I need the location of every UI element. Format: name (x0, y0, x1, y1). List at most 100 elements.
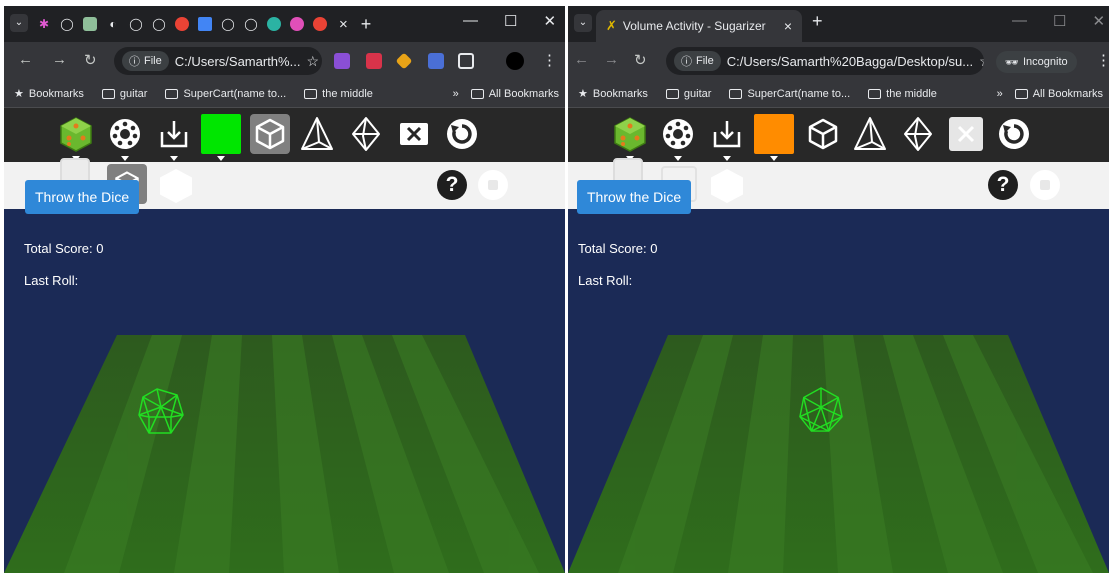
tab-google[interactable] (172, 14, 192, 34)
bookmark-folder[interactable]: the middle (868, 88, 937, 100)
bookmark-folder[interactable]: guitar (665, 88, 711, 100)
cube-icon[interactable] (803, 114, 843, 154)
octahedron-icon[interactable] (346, 114, 386, 154)
tab-search-icon[interactable]: ⌄ (10, 14, 28, 32)
throw-dice-button[interactable]: Throw the Dice (25, 180, 140, 214)
reload-icon[interactable]: ↻ (84, 51, 97, 69)
octahedron-icon[interactable] (898, 114, 938, 154)
color-palette-icon[interactable] (754, 114, 794, 161)
stop-icon[interactable] (478, 170, 508, 200)
bookmarks-item[interactable]: ★ Bookmarks (578, 87, 648, 101)
reset-icon[interactable] (994, 114, 1034, 154)
ring-icon[interactable] (105, 114, 145, 161)
tetrahedron-icon[interactable] (297, 114, 337, 154)
tab-github[interactable]: ◯ (241, 14, 261, 34)
browser-window-right: ⌄ ✗ Volume Activity - Sugarizer × + — ☐ … (568, 0, 1109, 573)
tetrahedron-icon[interactable] (850, 114, 890, 154)
forward-icon[interactable]: → (52, 51, 67, 68)
caret-icon (770, 156, 778, 161)
back-icon[interactable]: ← (18, 51, 33, 68)
help-icon[interactable]: ? (437, 170, 467, 200)
site-info-chip[interactable]: ⓘ File (122, 51, 169, 71)
new-tab-icon[interactable]: + (361, 14, 372, 35)
tab-docs[interactable] (195, 14, 215, 34)
menu-kebab-icon[interactable]: ⋮ (1096, 51, 1109, 69)
clear-icon[interactable] (946, 114, 986, 154)
active-tab[interactable]: ✗ Volume Activity - Sugarizer × (596, 10, 802, 42)
extension-icon[interactable] (334, 53, 350, 69)
all-bookmarks[interactable]: All Bookmarks (1014, 88, 1103, 100)
cube-icon[interactable] (250, 114, 290, 154)
throw-dice-button[interactable]: Throw the Dice (577, 180, 692, 214)
url-field[interactable]: ⓘ File C:/Users/Samarth%... ☆ (114, 47, 322, 75)
wireframe-die[interactable] (798, 385, 844, 435)
forward-icon[interactable]: → (604, 51, 619, 68)
close-tab-icon[interactable]: × (784, 18, 792, 34)
bookmark-star-icon[interactable]: ☆ (979, 53, 984, 70)
tab-globe[interactable]: ◐ (103, 14, 123, 34)
url-field[interactable]: ⓘ File C:/Users/Samarth%20Bagga/Desktop/s… (666, 47, 984, 75)
bookmark-star-icon[interactable]: ☆ (306, 53, 319, 70)
hexagon-shape-icon[interactable] (711, 169, 743, 203)
caret-icon (674, 156, 682, 161)
game-area[interactable]: Total Score: 0 Last Roll: (568, 209, 1109, 573)
bookmark-folder[interactable]: the middle (304, 88, 373, 100)
folder-icon (1014, 88, 1028, 99)
back-icon[interactable]: ← (574, 51, 589, 68)
close-tab-icon[interactable]: × (339, 16, 348, 33)
close-window-icon[interactable]: ✕ (1092, 12, 1105, 30)
tab-app[interactable] (287, 14, 307, 34)
new-tab-icon[interactable]: + (812, 11, 823, 32)
minimize-icon[interactable]: — (463, 12, 478, 30)
clear-icon[interactable] (394, 114, 434, 154)
tab-google[interactable] (310, 14, 330, 34)
bookmarks-overflow-icon[interactable]: » (453, 88, 459, 100)
dice-icon[interactable] (610, 114, 650, 161)
caret-icon (723, 156, 731, 161)
profile-avatar[interactable] (506, 52, 524, 70)
tab-title: Volume Activity - Sugarizer (622, 19, 766, 33)
stop-icon[interactable] (1030, 170, 1060, 200)
extension-icon[interactable] (428, 53, 444, 69)
tab-search-icon[interactable]: ⌄ (574, 14, 592, 32)
wireframe-die[interactable] (137, 387, 185, 437)
address-bar-row: ← → ↻ ⓘ File C:/Users/Samarth%... ☆ ⋮ (4, 42, 565, 80)
tab-github[interactable]: ◯ (126, 14, 146, 34)
bookmarks-overflow-icon[interactable]: » (997, 88, 1003, 100)
reload-icon[interactable]: ↻ (634, 51, 647, 69)
help-icon[interactable]: ? (988, 170, 1018, 200)
tab-app[interactable] (264, 14, 284, 34)
bookmark-folder[interactable]: SuperCart(name to... (729, 88, 850, 100)
import-icon[interactable] (154, 114, 194, 161)
bookmarks-item[interactable]: ★ Bookmarks (14, 87, 84, 101)
bookmark-folder[interactable]: guitar (101, 88, 147, 100)
address-bar-row: ← → ↻ ⓘ File C:/Users/Samarth%20Bagga/Des… (568, 42, 1109, 80)
ring-icon[interactable] (658, 114, 698, 161)
tab-github[interactable]: ◯ (149, 14, 169, 34)
extension-icon[interactable] (366, 53, 382, 69)
dice-icon[interactable] (56, 114, 96, 161)
maximize-icon[interactable]: ☐ (504, 12, 517, 30)
import-icon[interactable] (707, 114, 747, 161)
tab-app[interactable] (80, 14, 100, 34)
menu-kebab-icon[interactable]: ⋮ (542, 51, 557, 69)
game-area[interactable]: Total Score: 0 Last Roll: (4, 209, 565, 573)
folder-icon (165, 88, 179, 99)
reset-icon[interactable] (442, 114, 482, 154)
caret-icon (217, 156, 225, 161)
tab-github[interactable]: ◯ (218, 14, 238, 34)
color-palette-icon[interactable] (201, 114, 241, 161)
info-icon: ⓘ (129, 56, 140, 68)
extensions-puzzle-icon[interactable] (458, 53, 474, 69)
minimize-icon[interactable]: — (1012, 12, 1027, 30)
bookmark-folder[interactable]: SuperCart(name to... (165, 88, 286, 100)
tab-github[interactable]: ◯ (57, 14, 77, 34)
all-bookmarks[interactable]: All Bookmarks (470, 88, 559, 100)
incognito-badge[interactable]: 🕶 Incognito (996, 51, 1077, 73)
extension-icon[interactable] (395, 52, 413, 70)
tab-sugarizer[interactable]: ✱ (34, 14, 54, 34)
close-window-icon[interactable]: ✕ (543, 12, 556, 30)
hexagon-shape-icon[interactable] (160, 169, 192, 203)
site-info-chip[interactable]: ⓘ File (674, 51, 721, 71)
maximize-icon[interactable]: ☐ (1053, 12, 1066, 30)
